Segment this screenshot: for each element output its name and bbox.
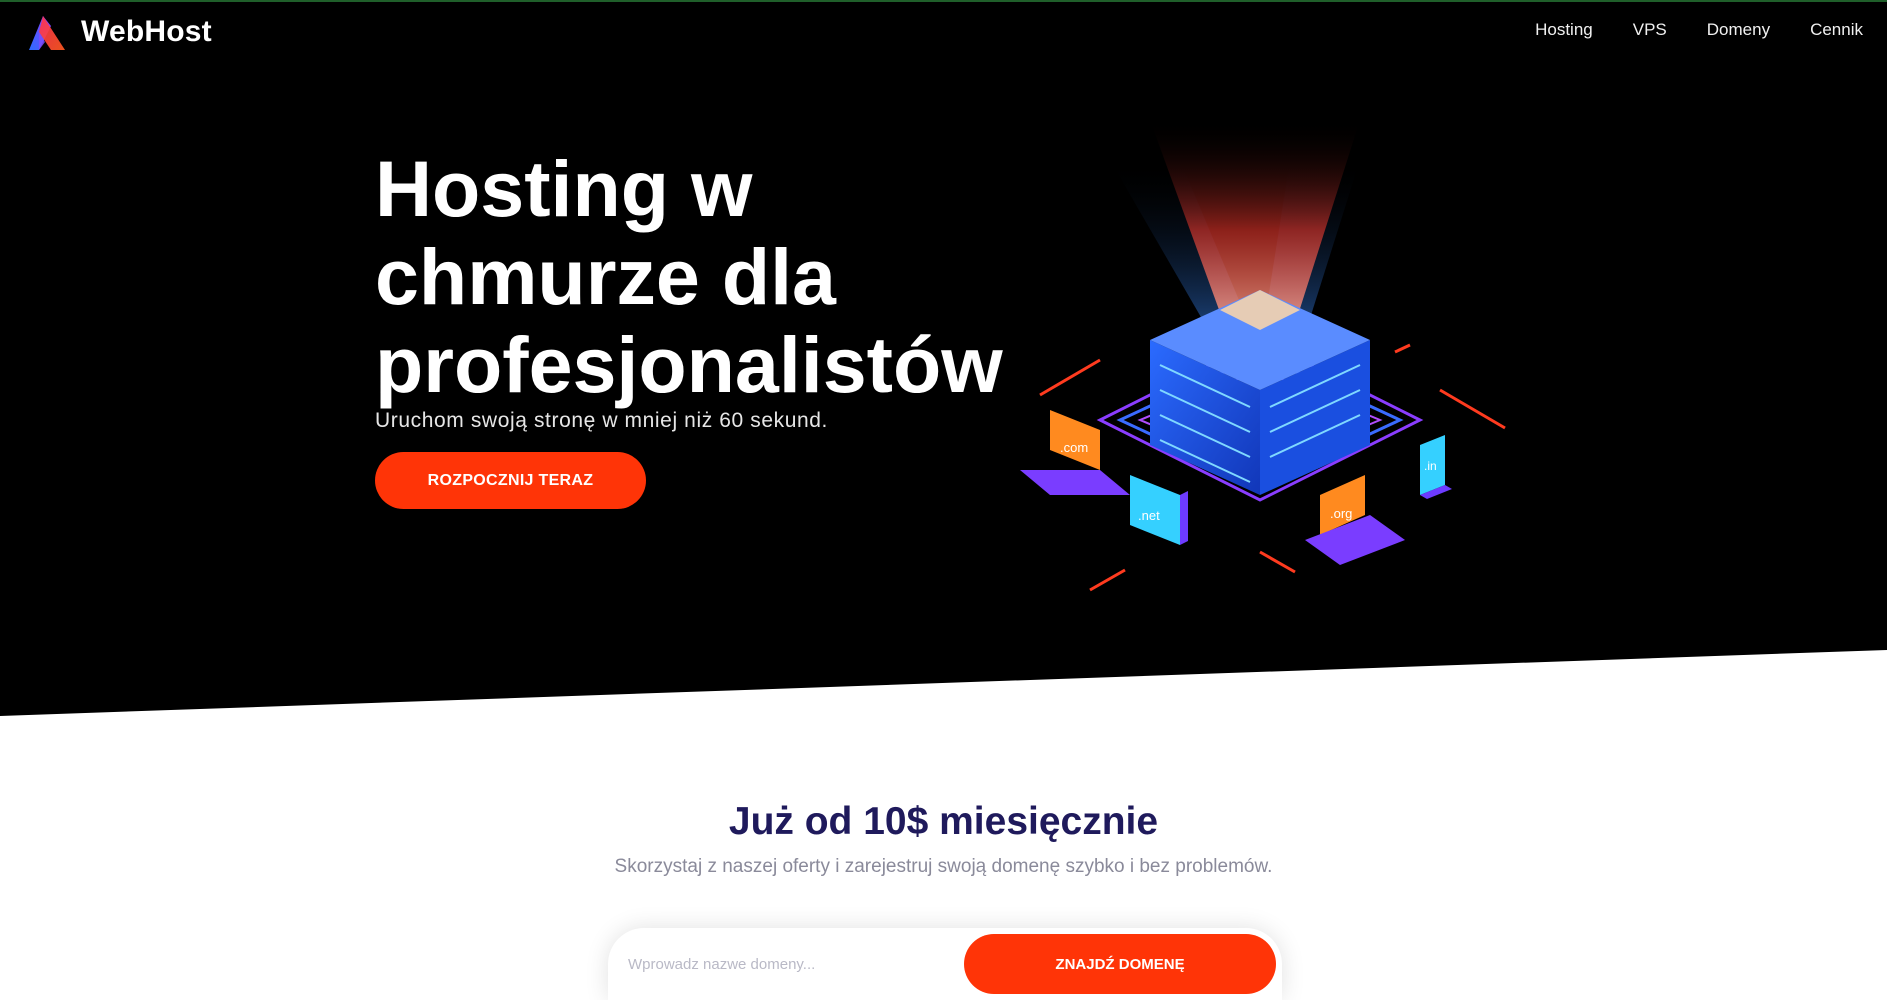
hero-text: Hosting w chmurze dla profesjonalistów U…	[375, 145, 1035, 433]
nav-item-hosting[interactable]: Hosting	[1535, 20, 1593, 40]
monitor-label: .net	[1138, 508, 1160, 523]
start-now-button[interactable]: ROZPOCZNIJ TERAZ	[375, 452, 646, 509]
server-illustration: .com .net .org .in	[1020, 120, 1506, 592]
navbar: WebHost Hosting VPS Domeny Cennik	[0, 0, 1887, 64]
brand-name: WebHost	[81, 15, 212, 48]
domain-search-box: ZNAJDŹ DOMENĘ	[608, 928, 1282, 1000]
nav-item-domeny[interactable]: Domeny	[1707, 20, 1770, 40]
find-domain-button[interactable]: ZNAJDŹ DOMENĘ	[964, 934, 1276, 994]
hero-title: Hosting w chmurze dla profesjonalistów	[375, 144, 1003, 409]
logo[interactable]: WebHost	[25, 12, 212, 52]
nav-item-vps[interactable]: VPS	[1633, 20, 1667, 40]
webhost-logo-icon	[29, 16, 65, 50]
main-nav: Hosting VPS Domeny Cennik	[1535, 20, 1863, 40]
nav-item-cennik[interactable]: Cennik	[1810, 20, 1863, 40]
hero-subtitle: Uruchom swoją stronę w mniej niż 60 seku…	[375, 409, 828, 432]
laptop-right-label: .org	[1330, 506, 1352, 521]
phone-label: .in	[1424, 459, 1437, 473]
offer-section: Już od 10$ miesięcznie Skorzystaj z nasz…	[0, 800, 1887, 878]
laptop-left-label: .com	[1060, 440, 1088, 455]
offer-subtitle: Skorzystaj z naszej oferty i zarejestruj…	[614, 856, 1273, 877]
offer-title: Już od 10$ miesięcznie	[728, 800, 1159, 843]
domain-search-input[interactable]	[628, 938, 958, 990]
